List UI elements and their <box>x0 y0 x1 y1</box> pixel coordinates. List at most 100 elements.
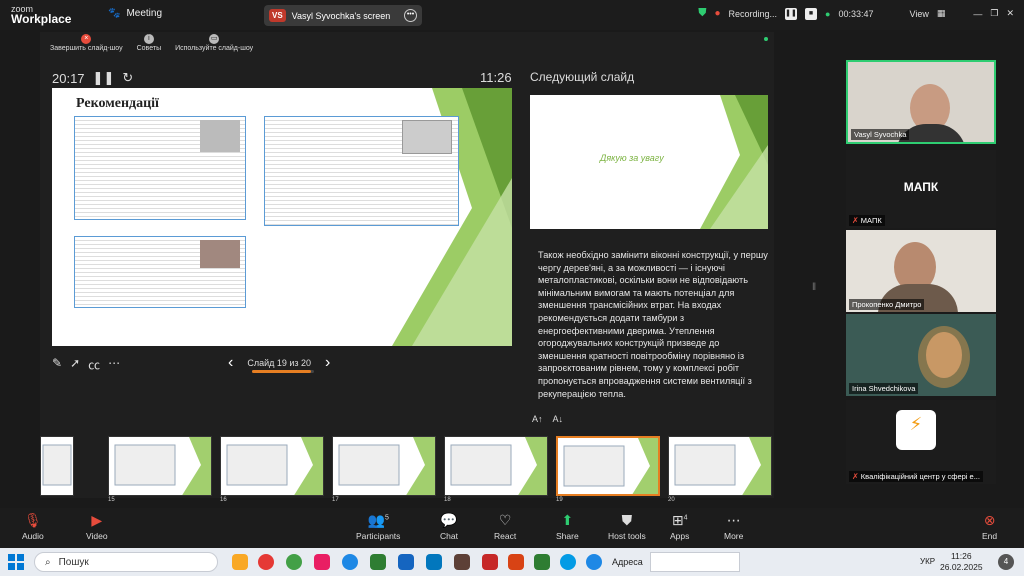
audio-button[interactable]: 🎙 Audio <box>22 512 44 541</box>
mic-muted-icon: ✗ <box>852 216 859 225</box>
video-tile-prokopenko[interactable]: Прокопенко Дмитро <box>846 230 996 312</box>
thumbnail-graphic <box>563 438 658 494</box>
windows-start-icon[interactable] <box>8 554 24 570</box>
excel-icon[interactable] <box>534 554 550 570</box>
zoom-app-icon[interactable] <box>586 554 602 570</box>
chrome-icon[interactable] <box>286 554 302 570</box>
app-icon-3[interactable] <box>454 554 470 570</box>
thumbnail-number: 15 <box>108 497 115 503</box>
lightning-icon: ⚡ <box>909 414 923 434</box>
sharer-avatar-badge: VS <box>269 9 286 22</box>
stop-recording-button[interactable]: ■ <box>805 7 818 20</box>
video-tile-mapk[interactable]: МАПК ✗ МАПК <box>846 150 996 228</box>
telegram-icon[interactable] <box>560 554 576 570</box>
mapk-name-text: МАПК <box>860 216 882 225</box>
slide-thumbnail[interactable] <box>332 436 436 496</box>
participants-button[interactable]: 👥5 Participants <box>356 512 400 541</box>
slide-thumbnail-partial[interactable] <box>40 436 74 496</box>
shield-icon: ⛊ <box>621 512 633 528</box>
system-clock[interactable]: 11:26 26.02.2025 <box>940 551 983 573</box>
thumbnail-graphic <box>338 437 435 495</box>
share-indicator[interactable]: VS Vasyl Syvochka's screen ••• <box>264 5 422 26</box>
next-slide-heading: Следующий слайд <box>530 70 635 84</box>
pause-recording-button[interactable]: ❚❚ <box>785 7 798 20</box>
end-meeting-button[interactable]: ⊗ End <box>982 512 997 541</box>
more-tools-icon[interactable]: ⋯ <box>108 356 120 373</box>
react-label: React <box>494 531 517 541</box>
notes-font-controls: A↑ A↓ <box>532 414 563 424</box>
host-tools-button[interactable]: ⛊ Host tools <box>608 512 646 541</box>
opera-icon[interactable] <box>258 554 274 570</box>
notes-splitter-handle[interactable]: ‖ <box>812 282 816 293</box>
end-slideshow-label: Завершить слайд-шоу <box>50 45 123 52</box>
chat-button[interactable]: 💬 Chat <box>440 512 458 541</box>
language-indicator[interactable]: УКР <box>920 557 935 566</box>
pause-timer-icon[interactable]: ❚❚ <box>93 70 115 86</box>
slide-thumbnail[interactable] <box>444 436 548 496</box>
address-bar[interactable] <box>650 552 740 572</box>
elapsed-timer: 20:17 <box>52 70 85 86</box>
tips-label: Советы <box>136 45 162 52</box>
mapk-avatar-text: МАПК <box>903 180 939 194</box>
irina-video-hair <box>918 326 970 388</box>
more-options-icon[interactable]: ••• <box>404 9 417 22</box>
thumbnail-number: 18 <box>444 497 451 503</box>
app-icon-2[interactable] <box>370 554 386 570</box>
notifications-icon[interactable]: 4 <box>998 554 1014 570</box>
apps-icon: ⊞4 <box>671 512 688 528</box>
slide-thumbnail[interactable] <box>668 436 772 496</box>
share-button[interactable]: ⬆ Share <box>556 512 579 541</box>
slide-thumbnail[interactable] <box>220 436 324 496</box>
end-slideshow-button[interactable]: × Завершить слайд-шоу <box>50 34 123 64</box>
end-icon: × <box>81 34 92 44</box>
pointer-icon[interactable]: ➚ <box>70 356 80 373</box>
view-grid-icon[interactable]: ▦ <box>937 8 946 19</box>
audio-label: Audio <box>22 531 44 541</box>
zoom-logo: zoom Workplace <box>11 4 71 25</box>
increase-font-icon[interactable]: A↑ <box>532 414 543 424</box>
chat-icon: 💬 <box>440 512 458 528</box>
previous-slide-icon[interactable]: ‹ <box>228 354 233 372</box>
powerpoint-icon[interactable] <box>508 554 524 570</box>
thumbnail-graphic <box>674 437 771 495</box>
use-slideshow-button[interactable]: ▭ Используйте слайд-шоу <box>175 34 253 64</box>
acrobat-icon[interactable] <box>482 554 498 570</box>
apps-button[interactable]: ⊞4 Apps <box>670 512 689 541</box>
word-icon[interactable] <box>398 554 414 570</box>
view-menu-button[interactable]: View <box>910 9 929 19</box>
use-slideshow-label: Используйте слайд-шоу <box>175 45 254 52</box>
app-icon-1[interactable] <box>314 554 330 570</box>
subtitles-icon[interactable]: ㏄ <box>88 356 100 373</box>
slide-box-2-image <box>402 120 452 154</box>
pen-icon[interactable]: ✎ <box>52 356 62 373</box>
slide-thumbnail[interactable] <box>108 436 212 496</box>
camera-off-icon: ▶ <box>91 512 103 528</box>
video-button[interactable]: ▶ Video <box>86 512 108 541</box>
thumbnail-graphic <box>226 437 323 495</box>
decrease-font-icon[interactable]: A↓ <box>553 414 564 424</box>
react-button[interactable]: ♡ React <box>494 512 516 541</box>
video-tile-irina[interactable]: Irina Shvedchikova <box>846 314 996 396</box>
security-shield-icon[interactable]: ⛊ <box>698 7 706 20</box>
explorer-icon[interactable] <box>232 554 248 570</box>
minimize-icon[interactable]: — <box>973 9 982 19</box>
close-icon[interactable]: ✕ <box>1006 8 1014 19</box>
heart-icon: ♡ <box>498 512 512 528</box>
share-screen-icon: ⬆ <box>561 512 574 528</box>
next-slide-icon[interactable]: › <box>325 354 330 372</box>
edge-icon[interactable] <box>342 554 358 570</box>
reset-timer-icon[interactable]: ↻ <box>122 70 133 86</box>
tips-button[interactable]: i Советы <box>136 34 162 64</box>
current-time: 11:26 <box>480 70 512 85</box>
meeting-menu[interactable]: 🐾 Meeting <box>108 8 162 19</box>
taskbar-search[interactable]: ⌕ Пошук <box>34 552 218 572</box>
video-tile-vasyl[interactable]: Vasyl Syvochka <box>846 60 996 144</box>
outlook-icon[interactable] <box>426 554 442 570</box>
more-button[interactable]: ⋯ More <box>724 512 743 541</box>
thumbnail-graphic <box>114 437 211 495</box>
video-tile-qualification-center[interactable]: ⚡ ✗ Кваліфікаційний центр у сфері е... <box>846 400 996 484</box>
slide-thumbnail[interactable] <box>556 436 660 496</box>
participants-count: 5 <box>384 514 389 522</box>
current-slide: Рекомендації <box>52 88 512 346</box>
restore-icon[interactable]: ❐ <box>990 8 998 19</box>
